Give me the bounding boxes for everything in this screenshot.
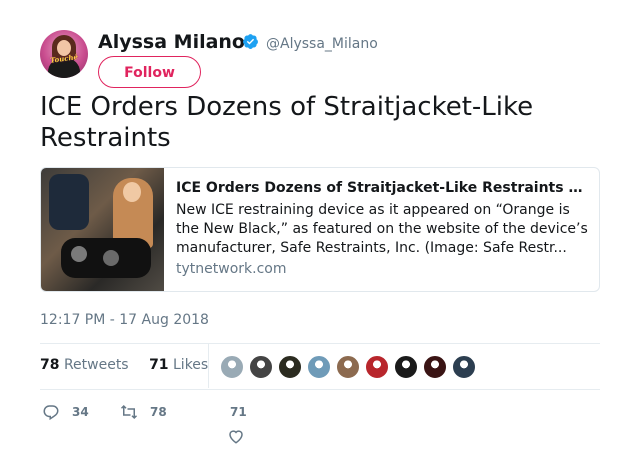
card-title[interactable]: ICE Orders Dozens of Straitjacket-Like R…: [176, 180, 588, 196]
verified-badge-icon: [243, 34, 258, 49]
divider: [40, 389, 600, 390]
retweet-action[interactable]: 78: [120, 403, 180, 421]
divider: [40, 343, 600, 344]
heart-icon: [229, 430, 243, 444]
author-handle[interactable]: @Alyssa_Milano: [266, 36, 378, 52]
card-description: New ICE restraining device as it appeare…: [176, 202, 588, 256]
author-display-name[interactable]: Alyssa Milano: [98, 31, 245, 53]
follow-button[interactable]: Follow: [98, 56, 201, 88]
link-card[interactable]: ICE Orders Dozens of Straitjacket-Like R…: [40, 167, 600, 292]
retweets-label[interactable]: Retweets: [64, 357, 129, 373]
card-domain: tytnetwork.com: [176, 261, 287, 277]
reply-icon: [43, 405, 59, 421]
likes-count[interactable]: 71: [149, 357, 168, 373]
like-count: 71: [230, 405, 247, 419]
liker-avatar[interactable]: [452, 355, 476, 379]
liker-avatar[interactable]: [336, 355, 360, 379]
engagement-stats: 78 Retweets 71 Likes: [40, 357, 208, 373]
likes-label[interactable]: Likes: [173, 357, 208, 373]
tweet-embed: Touché Alyssa Milano @Alyssa_Milano Foll…: [0, 0, 640, 452]
liker-avatar[interactable]: [394, 355, 418, 379]
card-thumbnail: [41, 168, 164, 291]
retweets-count[interactable]: 78: [40, 357, 59, 373]
liker-avatar[interactable]: [365, 355, 389, 379]
liker-avatar[interactable]: [249, 355, 273, 379]
reply-action[interactable]: 34: [42, 403, 102, 421]
like-action[interactable]: 71: [226, 403, 266, 447]
liker-avatar[interactable]: [307, 355, 331, 379]
author-avatar[interactable]: Touché: [40, 30, 88, 78]
retweet-count: 78: [150, 405, 167, 419]
liker-avatar[interactable]: [278, 355, 302, 379]
stats-separator: [208, 344, 209, 388]
default-avatar-icon[interactable]: [220, 355, 244, 379]
liker-avatar[interactable]: [423, 355, 447, 379]
reply-count: 34: [72, 405, 89, 419]
tweet-text: ICE Orders Dozens of Straitjacket-Like R…: [40, 92, 534, 153]
retweet-icon: [120, 404, 138, 420]
tweet-timestamp[interactable]: 12:17 PM - 17 Aug 2018: [40, 312, 209, 328]
